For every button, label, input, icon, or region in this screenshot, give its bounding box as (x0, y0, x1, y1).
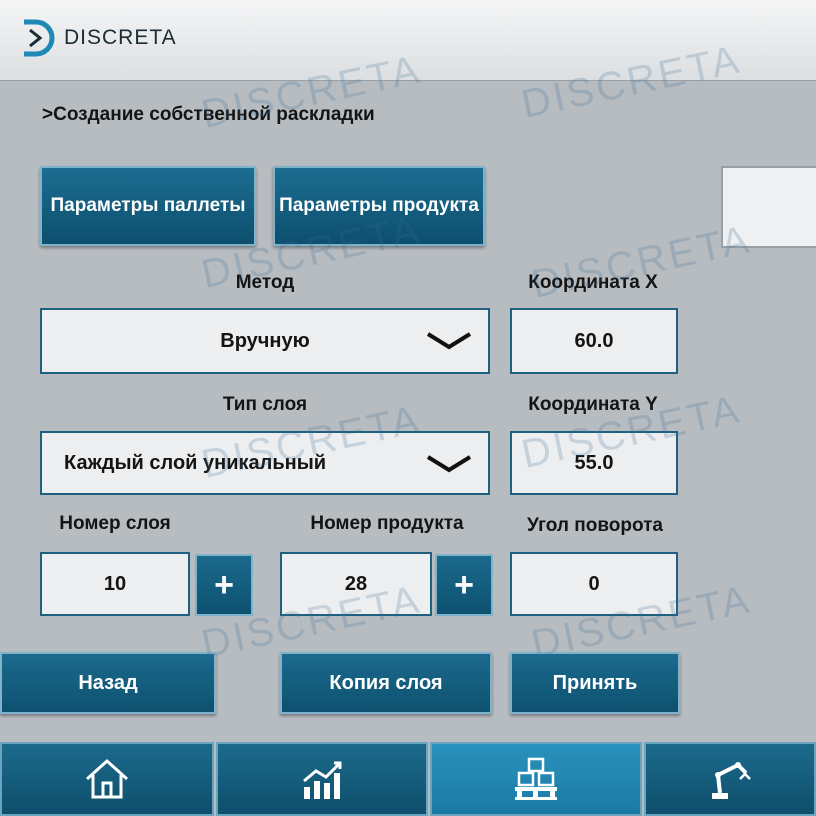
layer-number-label: Номер слоя (59, 513, 171, 534)
product-number-value: 28 (344, 572, 368, 595)
chevron-down-icon (426, 332, 472, 350)
logo: DISCRETA (14, 16, 177, 60)
coord-x-value: 60.0 (574, 329, 614, 352)
layer-type-label: Тип слоя (222, 394, 308, 415)
layer-type-select[interactable]: Каждый слой уникальный (40, 431, 490, 495)
coord-x-label: Координата X (528, 272, 658, 293)
chart-icon (303, 761, 342, 799)
product-number-plus-button[interactable]: + (435, 554, 493, 616)
robot-arm-icon (712, 762, 751, 799)
nav-statistics[interactable] (216, 742, 428, 816)
nav-home[interactable] (0, 742, 214, 816)
method-value: Вручную (220, 329, 310, 352)
bottom-nav (0, 742, 816, 816)
method-label: Метод (235, 272, 295, 293)
coord-y-label: Координата Y (528, 394, 658, 415)
layer-type-value: Каждый слой уникальный (64, 451, 327, 474)
coord-x-field[interactable]: 60.0 (510, 308, 678, 374)
layer-number-field[interactable]: 10 (40, 552, 190, 616)
product-number-label: Номер продукта (310, 513, 464, 534)
preview-panel (721, 166, 816, 248)
chevron-down-icon (426, 455, 472, 473)
product-params-button[interactable]: Параметры продукта (273, 166, 485, 246)
nav-robot[interactable] (644, 742, 816, 816)
app-header: DISCRETA (0, 0, 816, 81)
rotation-angle-field[interactable]: 0 (510, 552, 678, 616)
nav-palletizing[interactable] (430, 742, 642, 816)
layer-number-value: 10 (103, 572, 127, 595)
coord-y-value: 55.0 (574, 451, 614, 474)
rotation-angle-label: Угол поворота (527, 515, 663, 536)
rotation-angle-value: 0 (588, 572, 600, 595)
logo-text: DISCRETA (64, 26, 177, 49)
layer-number-plus-button[interactable]: + (195, 554, 253, 616)
method-select[interactable]: Вручную (40, 308, 490, 374)
discreta-logo-icon (24, 19, 55, 57)
back-button[interactable]: Назад (0, 652, 216, 714)
home-icon (85, 758, 129, 799)
product-number-field[interactable]: 28 (280, 552, 432, 616)
coord-y-field[interactable]: 55.0 (510, 431, 678, 495)
pallet-params-button[interactable]: Параметры паллеты (40, 166, 256, 246)
breadcrumb: >Создание собственной раскладки (42, 104, 375, 125)
pallet-icon (515, 757, 557, 800)
copy-layer-button[interactable]: Копия слоя (280, 652, 492, 714)
accept-button[interactable]: Принять (510, 652, 680, 714)
